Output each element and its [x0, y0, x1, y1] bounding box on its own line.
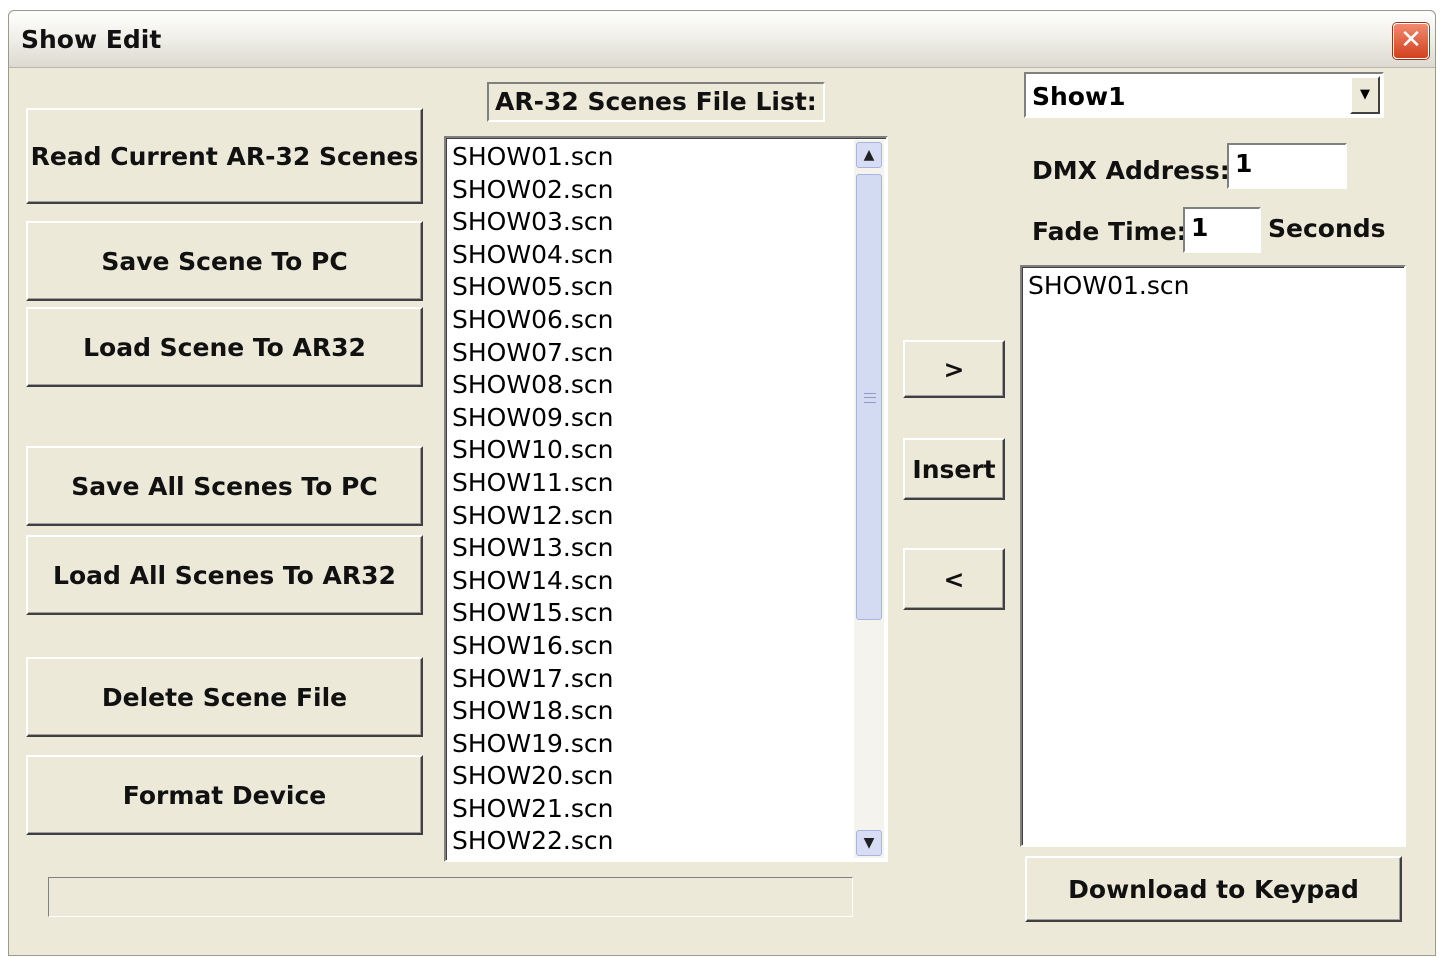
load-scene-to-ar32-button[interactable]: Load Scene To AR32 — [26, 307, 423, 387]
file-list-item[interactable]: SHOW10.scn — [446, 434, 613, 467]
format-device-button[interactable]: Format Device — [26, 755, 423, 835]
file-list-item[interactable]: SHOW01.scn — [446, 141, 613, 174]
fade-time-label: Fade Time: — [1032, 217, 1187, 246]
progress-bar — [48, 877, 853, 917]
dmx-address-input[interactable]: 1 — [1227, 143, 1347, 189]
file-list-item[interactable]: SHOW21.scn — [446, 793, 613, 826]
fade-time-input[interactable]: 1 — [1183, 207, 1261, 253]
download-to-keypad-button[interactable]: Download to Keypad — [1025, 856, 1402, 922]
file-list-item[interactable]: SHOW11.scn — [446, 467, 613, 500]
show-scene-list[interactable]: SHOW01.scn — [1020, 265, 1406, 847]
file-list-item[interactable]: SHOW06.scn — [446, 304, 613, 337]
remove-from-show-button[interactable]: < — [903, 548, 1005, 610]
file-list-items: SHOW01.scn SHOW02.scn SHOW03.scn SHOW04.scn… — [446, 141, 613, 858]
file-list-item[interactable]: SHOW05.scn — [446, 271, 613, 304]
read-current-scenes-button[interactable]: Read Current AR-32 Scenes — [26, 108, 423, 204]
scrollbar-thumb[interactable] — [856, 174, 882, 620]
grip-icon — [864, 393, 876, 403]
file-list-item[interactable]: SHOW19.scn — [446, 728, 613, 761]
show-list-items: SHOW01.scn — [1022, 270, 1189, 303]
show-select[interactable]: Show1 ▼ — [1024, 72, 1384, 118]
file-list-item[interactable]: SHOW18.scn — [446, 695, 613, 728]
show-select-value: Show1 — [1032, 82, 1126, 111]
dmx-address-label: DMX Address: — [1032, 156, 1230, 185]
file-list-label: AR-32 Scenes File List: — [487, 82, 825, 122]
close-icon[interactable]: ✕ — [1393, 23, 1429, 59]
file-list-item[interactable]: SHOW16.scn — [446, 630, 613, 663]
file-list-item[interactable]: SHOW03.scn — [446, 206, 613, 239]
file-list-item[interactable]: SHOW22.scn — [446, 825, 613, 858]
load-all-scenes-to-ar32-button[interactable]: Load All Scenes To AR32 — [26, 535, 423, 615]
insert-button[interactable]: Insert — [903, 438, 1005, 500]
save-scene-to-pc-button[interactable]: Save Scene To PC — [26, 221, 423, 301]
fade-unit-label: Seconds — [1268, 214, 1386, 243]
file-list-item[interactable]: SHOW08.scn — [446, 369, 613, 402]
file-list-item[interactable]: SHOW14.scn — [446, 565, 613, 598]
add-to-show-button[interactable]: > — [903, 340, 1005, 398]
file-list-item[interactable]: SHOW17.scn — [446, 663, 613, 696]
window-title: Show Edit — [21, 25, 162, 54]
show-list-item[interactable]: SHOW01.scn — [1022, 270, 1189, 303]
file-list-item[interactable]: SHOW12.scn — [446, 500, 613, 533]
file-list-item[interactable]: SHOW02.scn — [446, 174, 613, 207]
title-bar[interactable]: Show Edit ✕ — [9, 11, 1435, 68]
caret-down-icon[interactable]: ▼ — [1350, 76, 1380, 114]
delete-scene-file-button[interactable]: Delete Scene File — [26, 657, 423, 737]
file-list-item[interactable]: SHOW13.scn — [446, 532, 613, 565]
chevron-down-icon[interactable]: ▼ — [856, 830, 882, 856]
file-list-item[interactable]: SHOW04.scn — [446, 239, 613, 272]
chevron-up-icon[interactable]: ▲ — [856, 142, 882, 168]
scene-file-list[interactable]: SHOW01.scn SHOW02.scn SHOW03.scn SHOW04.scn… — [444, 136, 888, 862]
file-list-item[interactable]: SHOW20.scn — [446, 760, 613, 793]
file-list-item[interactable]: SHOW07.scn — [446, 337, 613, 370]
file-list-item[interactable]: SHOW09.scn — [446, 402, 613, 435]
file-list-scrollbar[interactable]: ▲ ▼ — [854, 140, 884, 858]
save-all-scenes-to-pc-button[interactable]: Save All Scenes To PC — [26, 446, 423, 526]
file-list-item[interactable]: SHOW15.scn — [446, 597, 613, 630]
